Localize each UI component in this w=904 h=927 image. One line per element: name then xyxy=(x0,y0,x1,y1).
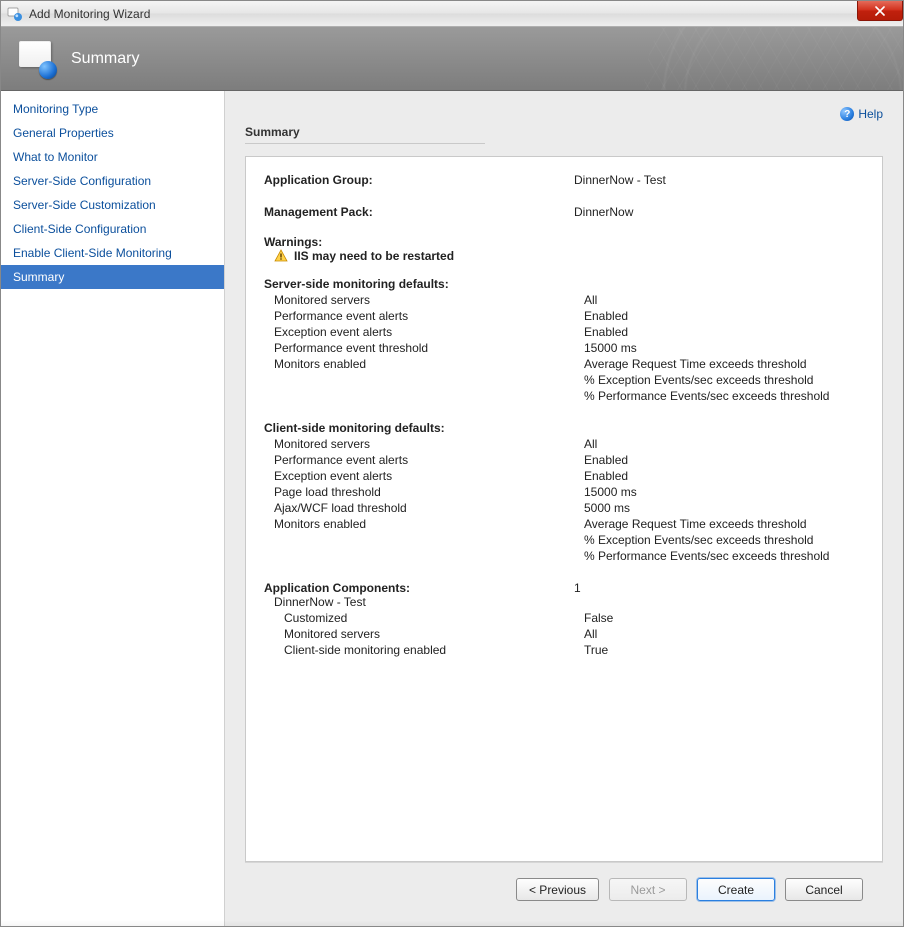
client-perf-alerts-value: Enabled xyxy=(584,453,864,467)
client-monitored-servers-label: Monitored servers xyxy=(274,437,584,451)
window-title: Add Monitoring Wizard xyxy=(29,7,150,21)
client-ajax-label: Ajax/WCF load threshold xyxy=(274,501,584,515)
component-customized-label: Customized xyxy=(284,611,584,625)
create-button[interactable]: Create xyxy=(697,878,775,901)
server-perf-alerts-value: Enabled xyxy=(584,309,864,323)
main-panel: ? Help Summary Application Group: Dinner… xyxy=(225,91,903,926)
client-monitors-enabled-values: Average Request Time exceeds threshold %… xyxy=(584,517,864,565)
component-customized-value: False xyxy=(584,611,864,625)
banner: Summary xyxy=(1,27,903,91)
app-icon xyxy=(7,6,23,22)
server-perf-threshold-label: Performance event threshold xyxy=(274,341,584,355)
nav-server-side-customization[interactable]: Server-Side Customization xyxy=(1,193,224,217)
warnings-label: Warnings: xyxy=(264,235,864,249)
client-monitor-value: Average Request Time exceeds threshold xyxy=(584,517,864,531)
server-monitors-enabled-values: Average Request Time exceeds threshold %… xyxy=(584,357,864,405)
client-page-load-label: Page load threshold xyxy=(274,485,584,499)
client-monitors-enabled-label: Monitors enabled xyxy=(274,517,584,565)
nav-summary[interactable]: Summary xyxy=(1,265,224,289)
components-heading: Application Components: xyxy=(264,581,574,595)
help-link[interactable]: ? Help xyxy=(840,107,883,121)
banner-icon xyxy=(19,41,55,77)
previous-button[interactable]: < Previous xyxy=(516,878,599,901)
component-monitored-servers-label: Monitored servers xyxy=(284,627,584,641)
nav-monitoring-type[interactable]: Monitoring Type xyxy=(1,97,224,121)
client-monitor-value: % Exception Events/sec exceeds threshold xyxy=(584,533,864,547)
help-icon: ? xyxy=(840,107,854,121)
nav-enable-client-side-monitoring[interactable]: Enable Client-Side Monitoring xyxy=(1,241,224,265)
app-group-label: Application Group: xyxy=(264,173,574,187)
client-heading: Client-side monitoring defaults: xyxy=(264,421,864,435)
server-monitor-value: % Performance Events/sec exceeds thresho… xyxy=(584,389,864,403)
nav-what-to-monitor[interactable]: What to Monitor xyxy=(1,145,224,169)
summary-content: Application Group: DinnerNow - Test Mana… xyxy=(245,156,883,862)
server-exc-alerts-value: Enabled xyxy=(584,325,864,339)
component-name: DinnerNow - Test xyxy=(264,595,864,609)
warning-row: IIS may need to be restarted xyxy=(264,249,864,263)
client-page-load-value: 15000 ms xyxy=(584,485,864,499)
server-monitor-value: Average Request Time exceeds threshold xyxy=(584,357,864,371)
component-monitored-servers-value: All xyxy=(584,627,864,641)
warning-text: IIS may need to be restarted xyxy=(294,249,454,263)
nav-server-side-configuration[interactable]: Server-Side Configuration xyxy=(1,169,224,193)
component-client-enabled-label: Client-side monitoring enabled xyxy=(284,643,584,657)
mgmt-pack-label: Management Pack: xyxy=(264,205,574,219)
sidebar: Monitoring Type General Properties What … xyxy=(1,91,225,926)
server-exc-alerts-label: Exception event alerts xyxy=(274,325,584,339)
client-perf-alerts-label: Performance event alerts xyxy=(274,453,584,467)
section-title: Summary xyxy=(245,125,485,144)
component-client-enabled-value: True xyxy=(584,643,864,657)
nav-client-side-configuration[interactable]: Client-Side Configuration xyxy=(1,217,224,241)
cancel-button[interactable]: Cancel xyxy=(785,878,863,901)
client-monitor-value: % Performance Events/sec exceeds thresho… xyxy=(584,549,864,563)
app-group-value: DinnerNow - Test xyxy=(574,173,864,187)
server-monitored-servers-value: All xyxy=(584,293,864,307)
client-ajax-value: 5000 ms xyxy=(584,501,864,515)
warning-icon xyxy=(274,249,288,263)
server-monitors-enabled-label: Monitors enabled xyxy=(274,357,584,405)
server-perf-threshold-value: 15000 ms xyxy=(584,341,864,355)
components-count: 1 xyxy=(574,581,864,595)
titlebar: Add Monitoring Wizard xyxy=(1,1,903,27)
close-button[interactable] xyxy=(857,1,903,21)
server-monitored-servers-label: Monitored servers xyxy=(274,293,584,307)
client-monitored-servers-value: All xyxy=(584,437,864,451)
client-exc-alerts-value: Enabled xyxy=(584,469,864,483)
client-exc-alerts-label: Exception event alerts xyxy=(274,469,584,483)
wizard-window: Add Monitoring Wizard Summary Monitoring… xyxy=(0,0,904,927)
nav-general-properties[interactable]: General Properties xyxy=(1,121,224,145)
footer: < Previous Next > Create Cancel xyxy=(245,862,883,916)
body: Monitoring Type General Properties What … xyxy=(1,91,903,926)
server-monitor-value: % Exception Events/sec exceeds threshold xyxy=(584,373,864,387)
next-button: Next > xyxy=(609,878,687,901)
server-perf-alerts-label: Performance event alerts xyxy=(274,309,584,323)
banner-title: Summary xyxy=(71,50,139,68)
help-label: Help xyxy=(858,107,883,121)
server-heading: Server-side monitoring defaults: xyxy=(264,277,864,291)
mgmt-pack-value: DinnerNow xyxy=(574,205,864,219)
